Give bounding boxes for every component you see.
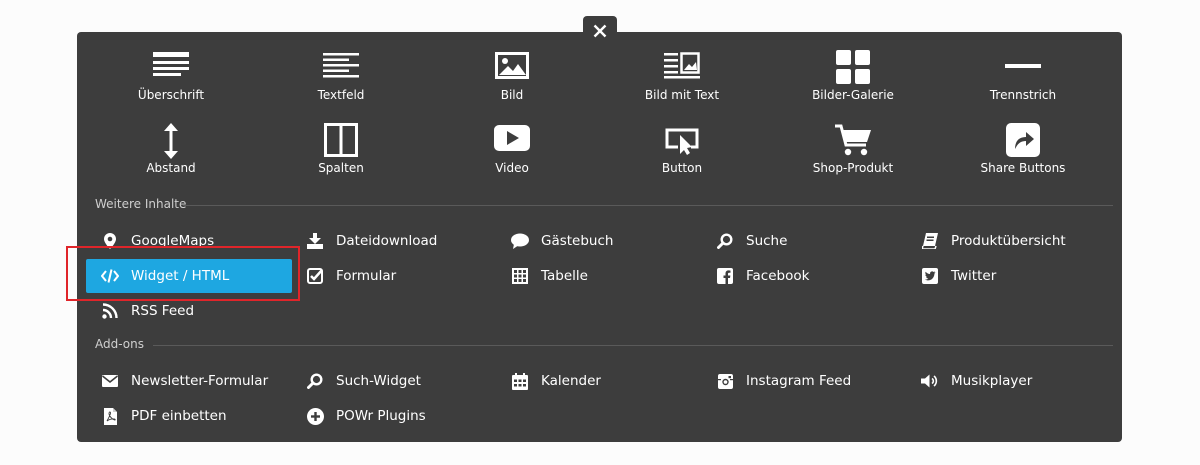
tile-video[interactable]: Video	[427, 123, 597, 185]
item-facebook[interactable]: Facebook	[701, 259, 907, 293]
instagram-icon	[716, 372, 734, 390]
item-label: POWr Plugins	[336, 408, 426, 424]
image-text-icon	[664, 50, 700, 86]
item-label: Newsletter-Formular	[131, 373, 269, 389]
tile-bild[interactable]: Bild	[427, 50, 597, 112]
rss-icon	[101, 302, 119, 320]
tile-label: Trennstrich	[989, 88, 1057, 102]
pdf-icon	[101, 407, 119, 425]
item-label: Formular	[336, 268, 397, 284]
item-kalender[interactable]: Kalender	[496, 364, 702, 398]
item-label: Dateidownload	[336, 233, 438, 249]
spacing-icon	[163, 123, 179, 159]
divider-icon	[1005, 50, 1041, 86]
item-powr-plugins[interactable]: POWr Plugins	[291, 399, 497, 433]
facebook-icon	[716, 267, 734, 285]
tile-textfeld[interactable]: Textfeld	[256, 50, 426, 112]
image-icon	[495, 50, 529, 86]
tile-button[interactable]: Button	[597, 123, 767, 185]
search-icon	[716, 232, 734, 250]
tile-share-buttons[interactable]: Share Buttons	[938, 123, 1108, 185]
video-icon	[494, 123, 530, 159]
item-label: Facebook	[746, 268, 810, 284]
tile-bild-mit-text[interactable]: Bild mit Text	[597, 50, 767, 112]
tile-label: Überschrift	[137, 88, 205, 102]
item-label: Suche	[746, 233, 788, 249]
section-title-weitere-inhalte: Weitere Inhalte	[95, 197, 187, 211]
item-label: Gästebuch	[541, 233, 614, 249]
tile-ueberschrift[interactable]: Überschrift	[86, 50, 256, 112]
item-suche[interactable]: Suche	[701, 224, 907, 258]
tile-label: Bilder-Galerie	[812, 88, 894, 102]
section-title-add-ons: Add-ons	[95, 337, 144, 351]
tile-label: Textfeld	[317, 88, 365, 102]
item-twitter[interactable]: Twitter	[906, 259, 1112, 293]
item-tabelle[interactable]: Tabelle	[496, 259, 702, 293]
highlight-box	[66, 246, 300, 301]
tile-label: Button	[661, 161, 703, 175]
item-label: Musikplayer	[951, 373, 1033, 389]
item-label: Kalender	[541, 373, 601, 389]
item-formular[interactable]: Formular	[291, 259, 497, 293]
tile-label: Abstand	[146, 161, 196, 175]
heading-icon	[153, 50, 189, 86]
tile-bilder-galerie[interactable]: Bilder-Galerie	[768, 50, 938, 112]
item-label: Such-Widget	[336, 373, 421, 389]
search-icon	[306, 372, 324, 390]
item-label: Twitter	[951, 268, 997, 284]
tile-label: Bild mit Text	[644, 88, 720, 102]
item-such-widget[interactable]: Such-Widget	[291, 364, 497, 398]
table-icon	[511, 267, 529, 285]
tile-label: Bild	[500, 88, 524, 102]
envelope-icon	[101, 372, 119, 390]
divider	[183, 205, 1113, 206]
item-dateidownload[interactable]: Dateidownload	[291, 224, 497, 258]
checkbox-icon	[306, 267, 324, 285]
tile-label: Share Buttons	[980, 161, 1066, 175]
divider	[153, 345, 1113, 346]
share-icon	[1006, 123, 1040, 159]
tile-trennstrich[interactable]: Trennstrich	[938, 50, 1108, 112]
close-x-glyph	[593, 24, 607, 38]
calendar-icon	[511, 372, 529, 390]
item-instagram-feed[interactable]: Instagram Feed	[701, 364, 907, 398]
tile-label: Video	[495, 161, 529, 175]
item-newsletter-formular[interactable]: Newsletter-Formular	[86, 364, 292, 398]
text-icon	[323, 50, 359, 86]
twitter-icon	[921, 267, 939, 285]
chat-bubble-icon	[511, 232, 529, 250]
close-button[interactable]: ✕	[583, 16, 617, 46]
item-label: Produktübersicht	[951, 233, 1066, 249]
columns-icon	[324, 123, 358, 159]
tile-abstand[interactable]: Abstand	[86, 123, 256, 185]
item-pdf-einbetten[interactable]: PDF einbetten	[86, 399, 292, 433]
plus-circle-icon	[306, 407, 324, 425]
item-label: Instagram Feed	[746, 373, 852, 389]
download-icon	[306, 232, 324, 250]
tile-label: Spalten	[318, 161, 364, 175]
item-produktuebersicht[interactable]: Produktübersicht	[906, 224, 1112, 258]
tile-shop-produkt[interactable]: Shop-Produkt	[768, 123, 938, 185]
tile-label: Shop-Produkt	[812, 161, 894, 175]
button-icon	[664, 123, 700, 159]
add-content-panel: Überschrift Textfeld Bild Bild mit Text …	[77, 32, 1122, 442]
item-label: RSS Feed	[131, 303, 195, 319]
book-icon	[921, 232, 939, 250]
item-label: PDF einbetten	[131, 408, 227, 424]
item-label: Tabelle	[541, 268, 588, 284]
item-gaestebuch[interactable]: Gästebuch	[496, 224, 702, 258]
item-musikplayer[interactable]: Musikplayer	[906, 364, 1112, 398]
cart-icon	[835, 123, 871, 159]
speaker-icon	[921, 372, 939, 390]
gallery-icon	[836, 50, 870, 86]
tile-spalten[interactable]: Spalten	[256, 123, 426, 185]
